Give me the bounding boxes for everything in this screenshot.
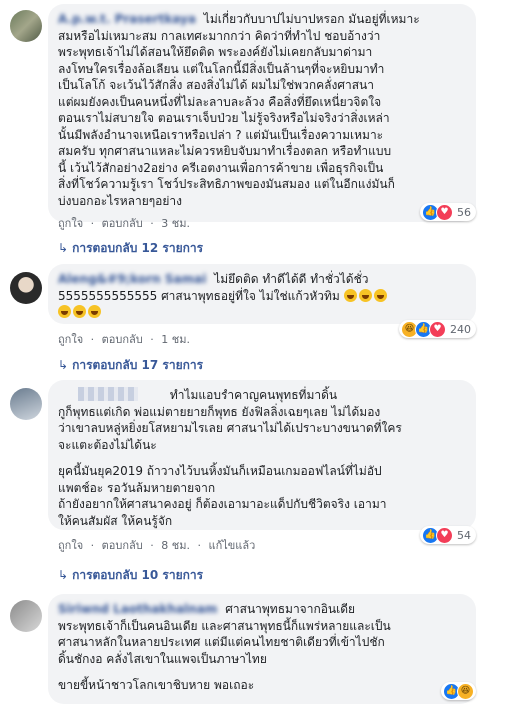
comment-author[interactable]: Siriwnd Laothakhalnam [58,601,217,618]
laughing-emoji-icon [58,305,71,318]
avatar[interactable] [10,600,42,632]
reaction-summary[interactable]: 👍 ♥ 54 [420,526,476,544]
comment-text-line: พระพุทธเจ้าก็เป็นคนอินเดีย และศาสนาพุทธน… [58,618,391,633]
comment-text-line: 5555555555555 ศาสนาพุทธอยู่ที่ใจ ไม่ใช่แ… [58,288,340,303]
like-link[interactable]: ถูกใจ [58,539,83,552]
comment-text-line: สมหรือไม่เหมาะสม กาลเทศะมากกว่า คิดว่าที… [58,28,381,43]
comment-text-line: บ่งบอกอะไรหลายๆอย่าง [58,193,183,208]
comment-author[interactable]: Aleng&#9;korn Samai [58,271,206,288]
comment-text-line: สมครับ ทุกศาสนาแหละไม่ควรหยิบจับมาทำเรื่… [58,144,392,158]
view-replies-link[interactable]: ↳ การตอบกลับ 10 รายการ [58,566,203,585]
replies-count-text: การตอบกลับ 17 รายการ [72,358,204,372]
reply-link[interactable]: ตอบกลับ [102,539,143,552]
separator: · [150,217,154,230]
replies-count-text: การตอบกลับ 12 รายการ [72,241,204,255]
replies-count-text: การตอบกลับ 10 รายการ [72,568,204,582]
comment-time[interactable]: 3 ชม. [161,217,190,230]
reaction-count: 56 [457,205,471,219]
reaction-summary[interactable]: 👍 😆 [441,682,476,700]
avatar[interactable] [10,10,42,42]
laughing-emoji-icon [373,288,387,302]
reply-arrow-icon: ↳ [58,358,69,372]
separator: · [90,539,95,552]
view-replies-link[interactable]: ↳ การตอบกลับ 12 รายการ [58,239,203,258]
laughing-emoji-icon [343,288,357,302]
separator: · [150,539,154,552]
avatar[interactable] [10,272,42,304]
comment-author[interactable]: A.p.w.t. Prasertkaya [58,11,196,28]
haha-icon: 😆 [457,682,474,700]
comment-text-line: จะแตะต้องไม่ได้นะ [58,437,157,452]
comment-text-line: กูก็พุทธแต่เกิด พ่อแม่ตายยายก็พุทธ ยังฟิ… [58,404,381,419]
comment-actions: ถูกใจ · ตอบกลับ · 8 ชม. · แก้ไขแล้ว [58,536,259,554]
comment-text-line: ถ้ายังอยากให้ศาสนาคงอยู่ ก็ต้องเอามาอะแด… [58,497,387,511]
heart-icon: ♥ [429,320,446,338]
laughing-emoji-icon [358,288,372,302]
comment-bubble: ทำไมแอบรำคาญคนพุทธที่มาดิ้น กูก็พุทธแต่เ… [48,380,476,530]
separator: · [90,217,95,230]
comment-text-line: แต่ผมยังคงเป็นคนหนึ่งที่ไม่ละลาบละล้วง ค… [58,94,382,109]
comment-actions: ถูกใจ · ตอบกลับ · 1 ชม. [58,330,194,348]
reaction-count: 54 [457,528,471,542]
comment-text-line: พระพุทธเจ้าไม่ได้สอนให้ยึดติด พระองค์ยัง… [58,45,373,59]
comment-text-line: แพตช์อะ รอวันล้มหายตายจาก [58,480,216,495]
reaction-summary[interactable]: 👍 ♥ 56 [420,203,476,221]
comment-bubble: Siriwnd Laothakhalnam ศาสนาพุทธมาจากอินเ… [48,594,476,704]
comment-bubble: Aleng&#9;korn Samai ไม่ยึดติด ทำดีได้ดี … [48,264,476,324]
like-link[interactable]: ถูกใจ [58,217,83,230]
separator: · [150,333,154,346]
avatar[interactable] [10,388,42,420]
comment-text-line: ขายขี้หน้าชาวโลกเขาชิบหาย พอเถอะ [58,678,255,692]
separator: · [90,333,95,346]
comment-time[interactable]: 8 ชม. [161,539,190,552]
comment-text-line: สิ่งที่โชว์ความรู้เรา โชว์ประสิทธิภาพของ… [58,177,395,191]
reply-link[interactable]: ตอบกลับ [102,333,143,346]
comment-text-line: ว่าเขาลบหลู่หยิ่งยโสหยามไรเลย ศาสนาไม่ได… [58,421,402,435]
comment-text-line: เป็นโลโก้ จะเว้นไว้สักสิ่ง สองสิ่งไม่ได้… [58,78,374,92]
comment-text-line: ไม่เกี่ยวกับบาปไม่บาปหรอก มันอยู่ที่เหมา… [203,12,420,26]
heart-icon: ♥ [436,203,453,221]
comment-text-line: ศาสนาพุทธมาจากอินเดีย [225,602,356,616]
reaction-summary[interactable]: 😆 👍 ♥ 240 [399,320,476,338]
comment-text-line: นี้ เว้นไว้สักอย่าง2อย่าง ครีเอตงานเพื่อ… [58,160,384,175]
redacted-author [78,387,138,401]
reply-link[interactable]: ตอบกลับ [102,217,143,230]
reaction-count: 240 [450,322,471,336]
edited-label[interactable]: แก้ไขแล้ว [208,539,255,552]
comment-text-line: ทำไมแอบรำคาญคนพุทธที่มาดิ้น [169,388,338,402]
comment-text-line: ตอนเราไม่สบายใจ ตอนเราเจ็บป่วย ไม่รู้จริ… [58,111,390,125]
view-replies-link[interactable]: ↳ การตอบกลับ 17 รายการ [58,356,203,375]
laughing-emoji-icon [88,305,101,318]
comment-time[interactable]: 1 ชม. [161,333,190,346]
separator: · [197,539,201,552]
reply-arrow-icon: ↳ [58,241,69,255]
like-link[interactable]: ถูกใจ [58,333,83,346]
laughing-emoji-icon [73,305,86,318]
comment-text-line: ยุคนี้มันยุค2019 ถ้าวางไว้บนหิ้งมันก็เหม… [58,464,382,478]
comment-text-line: นั้นมีพลังอำนาจเหนือเราหรือเปล่า ? แต่มั… [58,127,384,142]
comment-actions: ถูกใจ · ตอบกลับ · 3 ชม. [58,214,194,232]
comment-text-line: ไม่ยึดติด ทำดีได้ดี ทำชั่วได้ชั่ว [214,272,369,286]
comment-text-line: ให้คนสัมผัส ให้คนรู้จัก [58,513,173,528]
heart-icon: ♥ [436,526,453,544]
comment-text-line: ศาสนาหลักในหลายประเทศ แต่มีแต่คนไทยชาติเ… [58,635,385,649]
reply-arrow-icon: ↳ [58,568,69,582]
comment-text-line: ลงโทษใครเรื่องล้อเลียน แต่ในโลกนี้มีสิ่ง… [58,61,385,76]
comment-text-line: ดิ้นชักงอ คลั่งไสเขาในแพจเป็นภาษาไทย [58,651,267,666]
comment-bubble: A.p.w.t. Prasertkaya ไม่เกี่ยวกับบาปไม่บ… [48,4,476,222]
